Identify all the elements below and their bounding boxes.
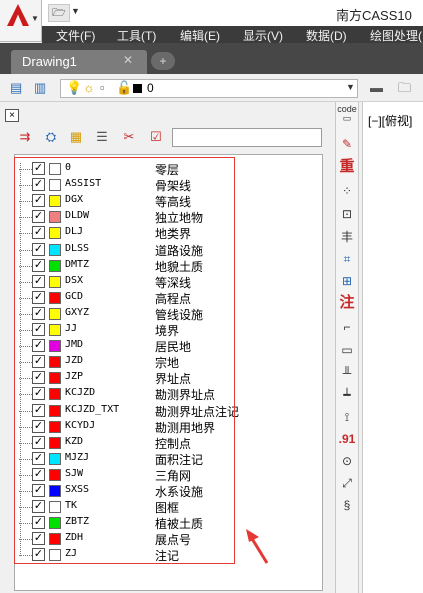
curve-icon[interactable]: § bbox=[337, 496, 357, 514]
layer-group-icon[interactable]: ▦ bbox=[65, 127, 87, 147]
menu-tools[interactable]: 工具(T) bbox=[117, 27, 156, 44]
panel-close-icon[interactable]: × bbox=[5, 109, 19, 122]
settings-pen-icon[interactable]: ✎ bbox=[337, 135, 357, 153]
annotation-button[interactable]: 注 bbox=[337, 294, 357, 312]
layer-dropdown[interactable] bbox=[60, 79, 358, 98]
fence-icon[interactable]: ╨ bbox=[337, 364, 357, 382]
open-folder-icon[interactable]: 🗀 bbox=[398, 80, 411, 96]
tab-label: Drawing1 bbox=[22, 54, 77, 69]
lightbulb-icon[interactable]: 💡 bbox=[66, 80, 82, 96]
sun-icon[interactable]: ☼ bbox=[83, 80, 95, 96]
layer-filter-icon[interactable]: ⛭ bbox=[40, 127, 62, 147]
hatch-icon[interactable]: ⟟ bbox=[337, 408, 357, 426]
rectangle-icon[interactable]: ▭ bbox=[337, 341, 357, 359]
quick-access-dropdown-icon[interactable]: ▼ bbox=[71, 6, 80, 16]
close-icon[interactable]: ✕ bbox=[123, 53, 133, 67]
elevation-point-button[interactable]: .91 bbox=[337, 430, 357, 448]
menu-data[interactable]: 数据(D) bbox=[306, 27, 347, 44]
highlight-box bbox=[14, 157, 235, 564]
pointer-arrow bbox=[246, 529, 269, 564]
step-icon[interactable]: ⌐ bbox=[337, 318, 357, 336]
open-folder-icon[interactable]: 🗁 bbox=[48, 4, 70, 22]
symbol-icon[interactable]: 丰 bbox=[337, 228, 357, 246]
current-layer-name: 0 bbox=[147, 81, 154, 95]
menu-file[interactable]: 文件(F) bbox=[56, 27, 95, 44]
viewport-freeze-icon[interactable]: ▫ bbox=[100, 80, 105, 96]
chevron-down-icon[interactable]: ▼ bbox=[346, 82, 355, 92]
layer-color-swatch bbox=[133, 84, 142, 93]
application-menu-button[interactable]: ▼ bbox=[0, 0, 42, 42]
layer-panel-header bbox=[0, 103, 362, 121]
check-all-icon[interactable]: ☑ bbox=[145, 127, 167, 147]
menu-edit[interactable]: 编辑(E) bbox=[180, 27, 220, 44]
layer-list-icon[interactable]: ☰ bbox=[91, 127, 113, 147]
new-layer-icon[interactable]: ⇉ bbox=[14, 127, 36, 147]
redraw-button[interactable]: 重 bbox=[337, 158, 357, 176]
chevron-down-icon: ▼ bbox=[31, 14, 39, 23]
layer-search-input[interactable] bbox=[172, 128, 322, 147]
menu-bar: 文件(F) 工具(T) 编辑(E) 显示(V) 数据(D) 绘图处理( bbox=[42, 26, 423, 43]
code-icon-glyph: ▭ bbox=[342, 113, 352, 123]
line-icon[interactable]: ⤢ bbox=[337, 474, 357, 492]
toolbar-grip-icon: ▬ bbox=[370, 80, 383, 95]
layer-state-icon[interactable]: ▥ bbox=[34, 80, 46, 96]
grid-points-icon[interactable]: ⁘ bbox=[337, 182, 357, 200]
window-title: 南方CASS10 bbox=[336, 8, 412, 23]
layer-delete-icon[interactable]: ✂ bbox=[118, 127, 140, 147]
menu-view[interactable]: 显示(V) bbox=[243, 27, 283, 44]
zoom-extents-icon[interactable]: ⊞ bbox=[337, 272, 357, 290]
viewport-label[interactable]: [−][俯视] bbox=[368, 112, 412, 129]
ruler-icon[interactable]: ┷ bbox=[337, 386, 357, 404]
new-tab-button[interactable]: + bbox=[151, 52, 175, 70]
drawing-viewport[interactable] bbox=[362, 102, 423, 593]
xy-coordinate-icon[interactable]: ⌗ bbox=[337, 250, 357, 268]
layer-properties-icon[interactable]: ▤ bbox=[10, 80, 22, 96]
circle-icon[interactable]: ⊙ bbox=[337, 452, 357, 470]
cad-logo-icon bbox=[7, 4, 29, 26]
lock-icon[interactable]: 🔓 bbox=[116, 80, 132, 96]
menu-draw-process[interactable]: 绘图处理( bbox=[370, 27, 422, 44]
zoom-window-icon[interactable]: ⊡ bbox=[337, 205, 357, 223]
